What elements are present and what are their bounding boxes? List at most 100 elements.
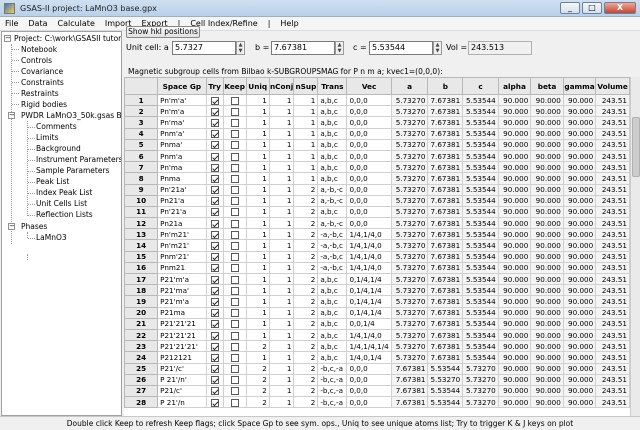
try-checkbox-cell[interactable]	[205, 239, 224, 252]
table-cell[interactable]: 1	[245, 205, 270, 219]
try-checkbox[interactable]	[210, 398, 219, 407]
close-button[interactable]: X	[604, 2, 636, 14]
table-cell[interactable]: 2	[245, 396, 270, 409]
table-cell[interactable]: 1	[245, 217, 270, 230]
keep-checkbox-cell[interactable]	[222, 306, 247, 319]
cell-a-spinner[interactable]: ▲ ▼	[236, 41, 245, 55]
table-cell[interactable]: 1	[245, 172, 270, 185]
keep-checkbox-cell[interactable]	[222, 205, 247, 219]
try-checkbox[interactable]	[210, 107, 219, 116]
keep-checkbox[interactable]	[230, 152, 239, 161]
collapse-toggle-icon[interactable]: −	[4, 35, 11, 42]
menu-calculate[interactable]: Calculate	[53, 19, 100, 28]
try-checkbox[interactable]	[210, 253, 219, 262]
column-header[interactable]: b	[427, 77, 464, 95]
space-group-cell[interactable]: P 21'/n	[157, 396, 207, 409]
tree-item-phase-lamno3[interactable]: LaMnO3	[36, 232, 67, 243]
try-checkbox[interactable]	[210, 286, 219, 295]
table-cell[interactable]: 1	[245, 93, 270, 107]
keep-checkbox-cell[interactable]	[222, 138, 247, 151]
collapse-toggle-icon[interactable]: −	[8, 223, 15, 230]
try-checkbox-cell[interactable]	[205, 295, 224, 308]
try-checkbox[interactable]	[210, 365, 219, 374]
try-checkbox-cell[interactable]	[205, 272, 224, 286]
tree-item-unit-cells-list[interactable]: Unit Cells List	[36, 198, 87, 209]
keep-checkbox[interactable]	[230, 130, 239, 139]
try-checkbox[interactable]	[210, 342, 219, 351]
table-cell[interactable]: 1	[245, 306, 270, 319]
tree-item-constraints[interactable]: Constraints	[21, 77, 64, 88]
tree-item-project[interactable]: Project: C:\work\GSASII tutorials\	[14, 33, 121, 44]
space-group-cell[interactable]: P21ma	[157, 306, 207, 319]
table-cell[interactable]: 1	[245, 250, 270, 263]
keep-checkbox-cell[interactable]	[222, 362, 247, 375]
tree-item-controls[interactable]: Controls	[21, 55, 52, 66]
space-group-cell[interactable]: Pn'm21'	[157, 239, 207, 252]
collapse-toggle-icon[interactable]: −	[8, 112, 15, 119]
keep-checkbox[interactable]	[230, 286, 239, 295]
cell-b-spinner[interactable]: ▲ ▼	[335, 41, 344, 55]
menu-file[interactable]: File	[0, 19, 23, 28]
keep-checkbox-cell[interactable]	[222, 116, 247, 129]
space-group-cell[interactable]: Pnm'a	[157, 149, 207, 163]
space-group-cell[interactable]: P21'21'21	[157, 328, 207, 342]
space-group-cell[interactable]: Pn'21a'	[157, 183, 207, 196]
keep-checkbox-cell[interactable]	[222, 396, 247, 409]
tree-item-limits[interactable]: Limits	[36, 132, 59, 143]
try-checkbox-cell[interactable]	[205, 138, 224, 151]
keep-checkbox[interactable]	[230, 219, 239, 228]
table-cell[interactable]: 1	[245, 317, 270, 330]
space-group-cell[interactable]: Pnm'a'	[157, 127, 207, 140]
keep-checkbox-cell[interactable]	[222, 161, 247, 174]
table-cell[interactable]: 2	[245, 340, 270, 353]
try-checkbox[interactable]	[210, 219, 219, 228]
table-cell[interactable]: 1	[245, 105, 270, 118]
try-checkbox-cell[interactable]	[205, 116, 224, 129]
try-checkbox-cell[interactable]	[205, 362, 224, 375]
cell-a-input[interactable]: 5.7327	[172, 41, 236, 55]
try-checkbox[interactable]	[210, 264, 219, 273]
keep-checkbox[interactable]	[230, 309, 239, 318]
table-cell[interactable]: 1	[245, 194, 270, 207]
try-checkbox[interactable]	[210, 387, 219, 396]
table-cell[interactable]: 1	[245, 149, 270, 163]
try-checkbox-cell[interactable]	[205, 149, 224, 163]
table-cell[interactable]: 1	[245, 239, 270, 252]
keep-checkbox[interactable]	[230, 297, 239, 306]
try-checkbox-cell[interactable]	[205, 93, 224, 107]
keep-checkbox-cell[interactable]	[222, 172, 247, 185]
tree-item-comments[interactable]: Comments	[36, 121, 77, 132]
try-checkbox[interactable]	[210, 297, 219, 306]
keep-checkbox[interactable]	[230, 230, 239, 239]
try-checkbox-cell[interactable]	[205, 261, 224, 275]
keep-checkbox[interactable]	[230, 320, 239, 329]
keep-checkbox-cell[interactable]	[222, 105, 247, 118]
keep-checkbox-cell[interactable]	[222, 183, 247, 196]
keep-checkbox-cell[interactable]	[222, 284, 247, 297]
table-cell[interactable]: 1	[245, 183, 270, 196]
keep-checkbox-cell[interactable]	[222, 261, 247, 275]
tree-item-notebook[interactable]: Notebook	[21, 44, 57, 55]
keep-checkbox[interactable]	[230, 163, 239, 172]
keep-checkbox-cell[interactable]	[222, 194, 247, 207]
column-header[interactable]: alpha	[497, 77, 532, 95]
keep-checkbox-cell[interactable]	[222, 272, 247, 286]
keep-checkbox[interactable]	[230, 253, 239, 262]
try-checkbox[interactable]	[210, 130, 219, 139]
space-group-cell[interactable]: Pn21'a	[157, 194, 207, 207]
keep-checkbox[interactable]	[230, 398, 239, 407]
column-header[interactable]: Vec	[346, 77, 392, 95]
keep-checkbox-cell[interactable]	[222, 127, 247, 140]
menu-help[interactable]: Help	[275, 19, 303, 28]
tree-item-instrument-parameters[interactable]: Instrument Parameters	[36, 154, 121, 165]
keep-checkbox[interactable]	[230, 376, 239, 385]
try-checkbox-cell[interactable]	[205, 228, 224, 241]
keep-checkbox[interactable]	[230, 118, 239, 127]
space-group-cell[interactable]: P 21'/n'	[157, 373, 207, 386]
tree-item-peak-list[interactable]: Peak List	[36, 176, 69, 187]
try-checkbox[interactable]	[210, 275, 219, 284]
try-checkbox-cell[interactable]	[205, 127, 224, 140]
try-checkbox-cell[interactable]	[205, 183, 224, 196]
keep-checkbox[interactable]	[230, 197, 239, 206]
keep-checkbox[interactable]	[230, 107, 239, 116]
